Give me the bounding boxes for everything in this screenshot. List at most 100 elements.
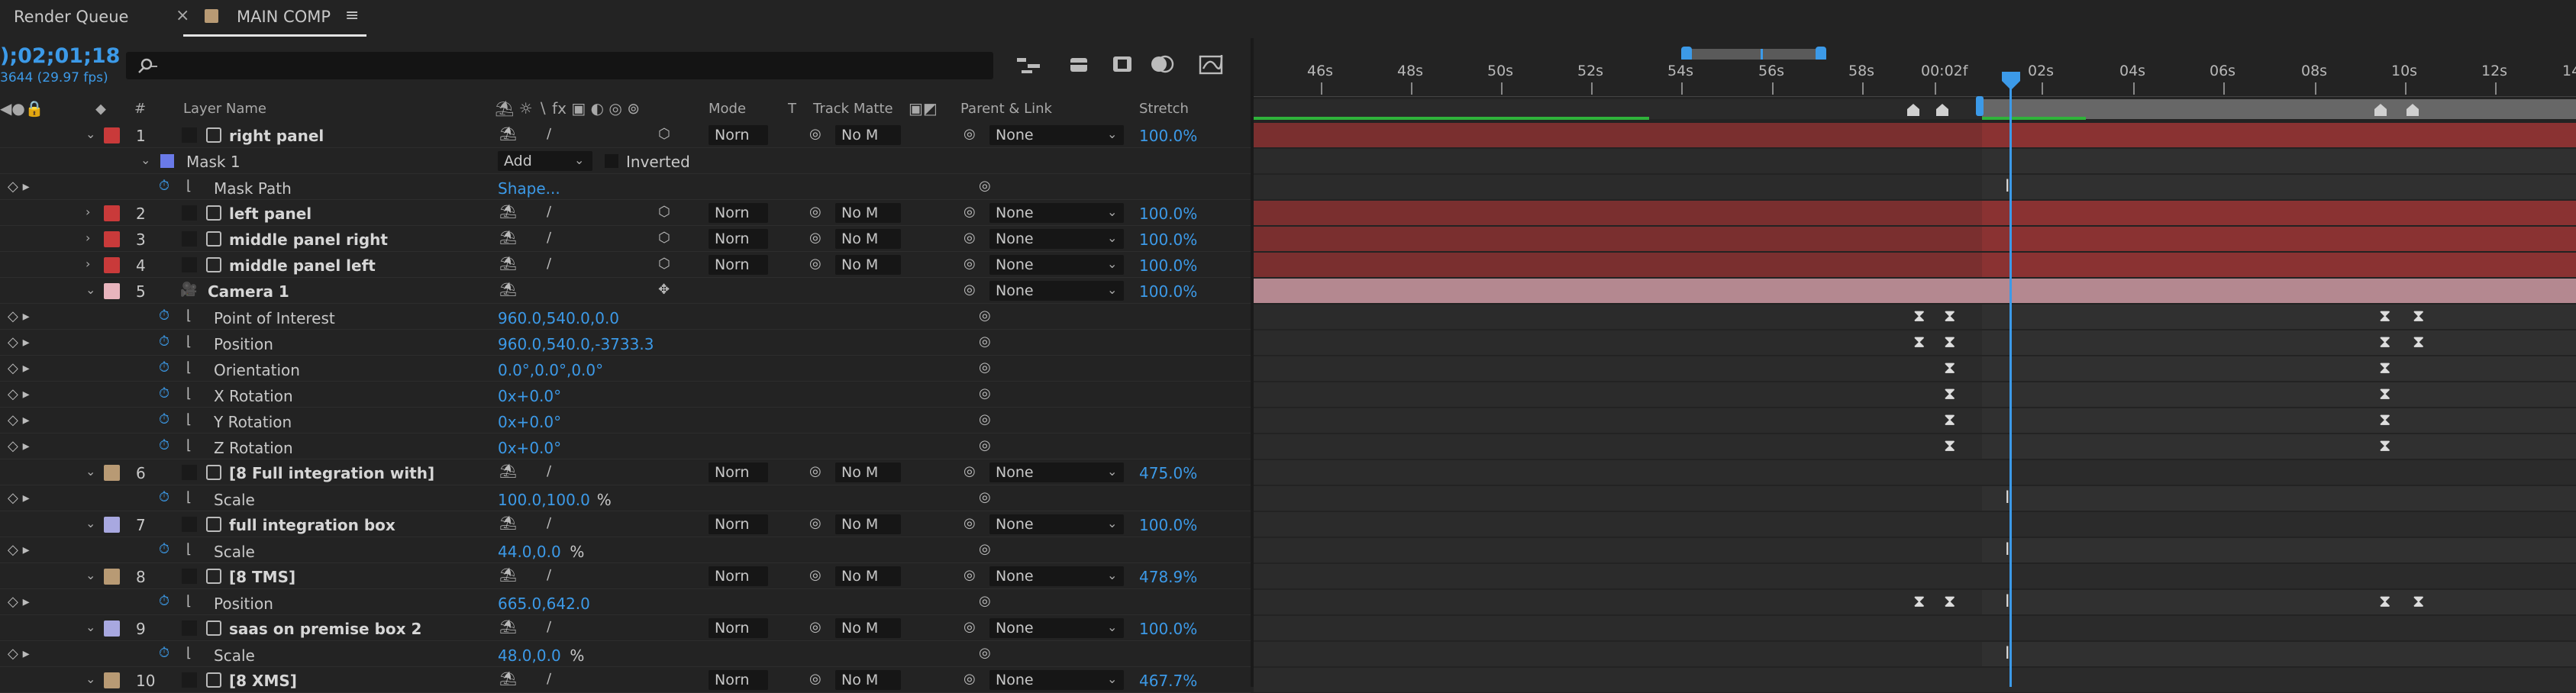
time-navigator[interactable]	[1687, 49, 1820, 60]
keyframe-icon[interactable]: ⧗	[2379, 592, 2390, 611]
expand-toggle-icon[interactable]: ⌄	[86, 464, 95, 479]
keyframe-nav-icon[interactable]: ◇ ▸	[8, 412, 30, 428]
preserve-transparency-icon[interactable]: ◎	[809, 204, 822, 220]
quality-switch-icon[interactable]: ∕	[547, 126, 551, 142]
keyframe-nav-icon[interactable]: ◇ ▸	[8, 438, 30, 454]
current-time-display[interactable]: );02;01;18	[0, 44, 120, 68]
pickwhip-icon[interactable]: ◎	[964, 256, 976, 272]
keyframe-nav-icon[interactable]: ◇ ▸	[8, 542, 30, 558]
preserve-transparency-icon[interactable]: ◎	[809, 463, 822, 479]
layer-name[interactable]: left panel	[229, 205, 312, 223]
keyframe-icon[interactable]: ⧗	[1913, 333, 1925, 352]
track-matte-select[interactable]: No M	[835, 255, 901, 275]
layer-search-input[interactable]	[126, 52, 993, 79]
comp-marker-icon[interactable]	[1935, 102, 1950, 118]
track-matte-select[interactable]: No M	[835, 618, 901, 638]
layer-name[interactable]: middle panel right	[229, 230, 388, 249]
property-value[interactable]: 48.0,0.0	[498, 646, 561, 665]
keyframe-icon[interactable]: ⧗	[1944, 307, 1955, 326]
quality-switch-icon[interactable]: ∕	[547, 256, 551, 272]
stopwatch-icon[interactable]: ⏱	[159, 411, 169, 427]
pickwhip-icon[interactable]: ◎	[964, 126, 976, 142]
expression-pickwhip-icon[interactable]: ◎	[979, 645, 991, 661]
pickwhip-icon[interactable]: ◎	[964, 204, 976, 220]
layer-name[interactable]: middle panel left	[229, 256, 376, 275]
graph-icon[interactable]: ⌊	[186, 411, 192, 427]
timeline-track[interactable]	[1254, 668, 2576, 692]
label-color[interactable]	[104, 283, 120, 299]
keyframe-nav-icon[interactable]: ◇ ▸	[8, 594, 30, 610]
parent-select[interactable]: None	[989, 463, 1124, 482]
quality-switch-icon[interactable]: ∕	[547, 204, 551, 220]
parent-select[interactable]: None	[989, 125, 1124, 145]
comp-flowchart-icon[interactable]	[1015, 53, 1043, 76]
track-matte-select[interactable]: No M	[835, 203, 901, 223]
panel-menu-icon[interactable]: ≡	[345, 6, 359, 25]
shy-switch-icon[interactable]: ⛱	[499, 126, 517, 142]
parent-select[interactable]: None	[989, 670, 1124, 690]
stopwatch-icon[interactable]: ⏱	[159, 334, 169, 350]
layer-name[interactable]: full integration box	[229, 516, 395, 534]
timeline-track[interactable]	[1254, 279, 2576, 303]
shy-switch-icon[interactable]: ⛱	[499, 671, 517, 687]
3d-layer-icon[interactable]: ⬡	[658, 230, 670, 246]
expression-pickwhip-icon[interactable]: ◎	[979, 359, 991, 376]
quality-switch-icon[interactable]: ∕	[547, 619, 551, 635]
shy-icon[interactable]	[1066, 52, 1093, 76]
property-value[interactable]: 100.0,100.0	[498, 491, 590, 509]
expand-toggle-icon[interactable]: ⌄	[86, 568, 95, 582]
property-value[interactable]: 0.0°,0.0°,0.0°	[498, 361, 603, 379]
stopwatch-icon[interactable]: ⏱	[159, 645, 169, 661]
time-ruler[interactable]	[1254, 60, 2576, 97]
graph-icon[interactable]: ⌊	[186, 437, 192, 453]
layer-duration-bar[interactable]	[1982, 201, 2576, 225]
comp-marker-icon[interactable]	[2405, 102, 2420, 118]
keyframe-nav-icon[interactable]: ◇ ▸	[8, 490, 30, 506]
graph-editor-icon[interactable]	[1199, 50, 1226, 76]
keyframe-icon[interactable]: ⧗	[2379, 333, 2390, 352]
mode-select[interactable]: Norn	[709, 514, 768, 534]
auto-orient-icon[interactable]: ✥	[658, 282, 670, 298]
property-value[interactable]: 960.0,540.0,0.0	[498, 309, 619, 327]
layer-name[interactable]: [8 TMS]	[229, 568, 295, 586]
mode-select[interactable]: Norn	[709, 670, 768, 690]
comp-marker-icon[interactable]	[1906, 102, 1921, 118]
timeline-track[interactable]	[1254, 512, 2576, 537]
property-value[interactable]: 960.0,540.0,-3733.3	[498, 335, 654, 353]
label-color[interactable]	[104, 465, 120, 481]
layer-duration-bar[interactable]	[1982, 227, 2576, 251]
label-color[interactable]	[104, 205, 120, 221]
keyframe-icon[interactable]: ⧗	[1944, 333, 1955, 352]
keyframe-icon[interactable]: ⧗	[2379, 385, 2390, 404]
track-matte-select[interactable]: No M	[835, 463, 901, 482]
expression-pickwhip-icon[interactable]: ◎	[979, 178, 991, 194]
preserve-transparency-icon[interactable]: ◎	[809, 619, 822, 635]
parent-select[interactable]: None	[989, 229, 1124, 249]
keyframe-icon[interactable]: ⧗	[2379, 307, 2390, 326]
pickwhip-icon[interactable]: ◎	[964, 619, 976, 635]
expression-pickwhip-icon[interactable]: ◎	[979, 541, 991, 557]
stopwatch-icon[interactable]: ⏱	[159, 178, 169, 194]
keyframe-icon[interactable]: ⧗	[2379, 359, 2390, 378]
layer-name[interactable]: right panel	[229, 127, 324, 145]
preserve-transparency-icon[interactable]: ◎	[809, 567, 822, 583]
layer-name[interactable]: saas on premise box 2	[229, 620, 421, 638]
stretch-value[interactable]: 467.7%	[1139, 672, 1197, 690]
keyframe-icon[interactable]: ⧗	[1944, 385, 1955, 404]
timeline-track[interactable]	[1254, 616, 2576, 640]
keyframe-icon[interactable]: ⧗	[1944, 592, 1955, 611]
track-matte-select[interactable]: No M	[835, 514, 901, 534]
stretch-value[interactable]: 100.0%	[1139, 127, 1197, 145]
graph-icon[interactable]: ⌊	[186, 593, 192, 609]
graph-icon[interactable]: ⌊	[186, 541, 192, 557]
graph-icon[interactable]: ⌊	[186, 359, 192, 376]
track-matte-select[interactable]: No M	[835, 670, 901, 690]
stretch-value[interactable]: 100.0%	[1139, 230, 1197, 249]
mode-select[interactable]: Norn	[709, 203, 768, 223]
graph-icon[interactable]: ⌊	[186, 489, 192, 505]
expand-toggle-icon[interactable]: ⌄	[86, 672, 95, 686]
expand-toggle-icon[interactable]: ›	[86, 256, 90, 271]
mode-select[interactable]: Norn	[709, 618, 768, 638]
shy-switch-icon[interactable]: ⛱	[499, 256, 517, 272]
timeline-track[interactable]	[1254, 460, 2576, 485]
